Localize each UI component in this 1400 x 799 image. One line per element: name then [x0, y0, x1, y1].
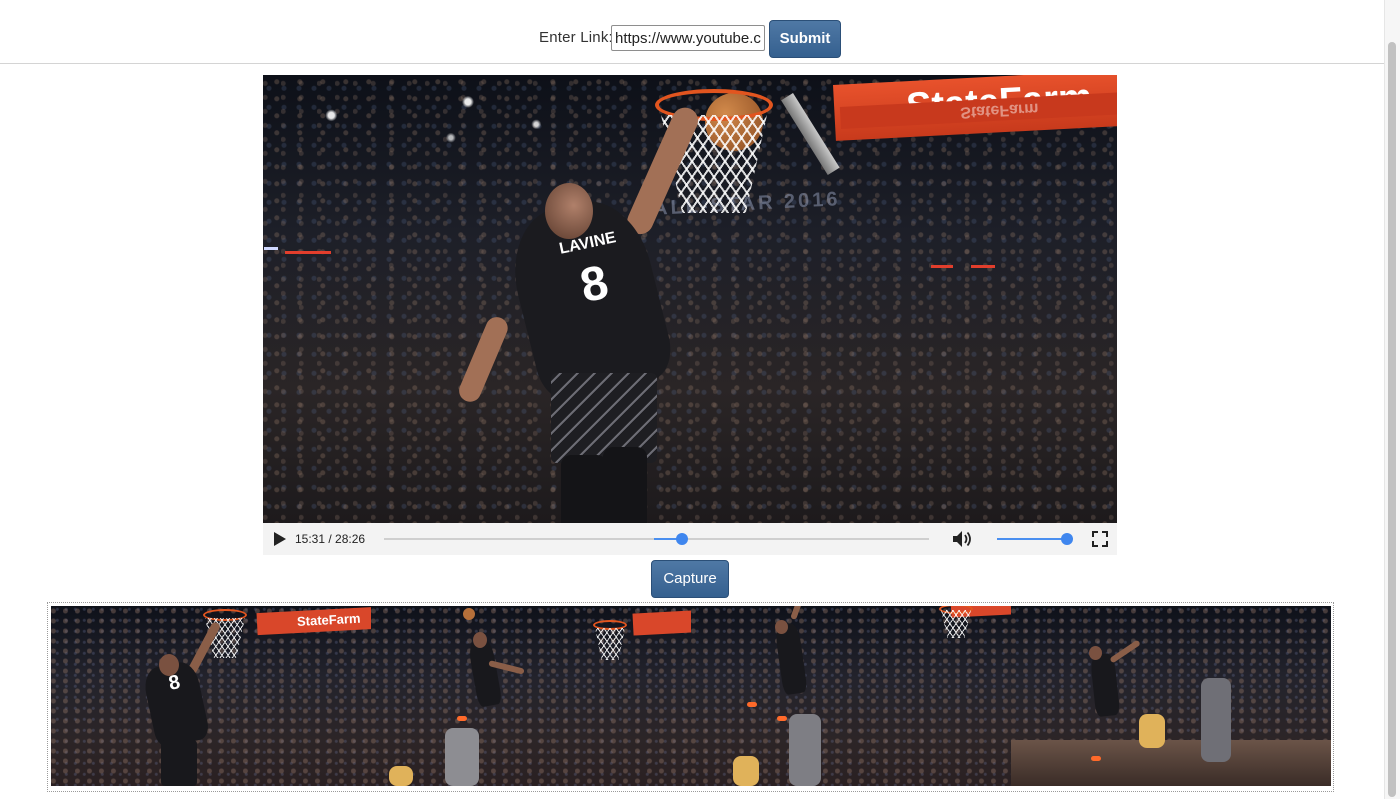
volume-icon[interactable]	[952, 530, 974, 548]
seek-handle[interactable]	[675, 533, 688, 545]
url-bar: Enter Link: Submit	[0, 0, 1384, 64]
duration: 28:26	[335, 532, 366, 546]
frame-player-head	[1089, 646, 1102, 660]
play-icon[interactable]	[274, 532, 286, 546]
frame-bystander	[1201, 678, 1231, 762]
frame-mascot	[733, 756, 759, 786]
arena-light-strip	[264, 247, 278, 250]
current-time: 15:31	[295, 532, 326, 546]
frame-mascot	[389, 766, 413, 786]
frame-mascot	[1139, 714, 1165, 748]
time-display: 15:31 / 28:26	[295, 532, 365, 546]
frame-player-shoe	[457, 716, 467, 721]
arena-light-strip	[971, 265, 995, 268]
link-label: Enter Link:	[539, 29, 613, 46]
frame-court-floor	[1011, 740, 1331, 786]
arena-light-strip	[931, 265, 953, 268]
capture-button[interactable]: Capture	[651, 560, 729, 598]
captured-frame-3[interactable]	[691, 606, 1011, 786]
sponsor-banner-subtext: StateFarm	[959, 99, 1039, 121]
arena-light-strip	[285, 251, 331, 254]
frame-player-head	[473, 632, 487, 648]
volume-fill	[997, 538, 1067, 540]
volume-handle[interactable]	[1061, 533, 1073, 545]
captured-frame-2[interactable]	[371, 606, 691, 786]
link-input[interactable]	[611, 25, 765, 51]
time-separator: /	[325, 532, 336, 546]
frame-player-head	[775, 620, 788, 634]
frame-bystander	[445, 728, 479, 786]
player-leg	[561, 455, 607, 523]
captured-frame-4[interactable]	[1011, 606, 1331, 786]
submit-button[interactable]: Submit	[769, 20, 841, 58]
frame-sponsor-banner	[632, 610, 691, 636]
frame-bystander	[789, 714, 821, 786]
scrollbar-thumb[interactable]	[1388, 42, 1396, 797]
video-controls: 15:31 / 28:26	[263, 523, 1117, 555]
player-head	[545, 183, 593, 239]
frame-player-shoe	[1091, 756, 1101, 761]
frame-player-shoe	[777, 716, 787, 721]
captured-frame-1[interactable]: StateFarm 8	[51, 606, 371, 786]
fullscreen-icon[interactable]	[1092, 531, 1108, 547]
frame-player-legs	[161, 740, 197, 786]
video-scene: ALL-STAR 2016 StateFarm StateFarm LAVINE…	[263, 75, 1117, 523]
frame-basketball	[463, 608, 475, 620]
captured-frames-strip: StateFarm 8	[47, 602, 1334, 792]
player-leg	[603, 447, 647, 523]
frame-player-shoe	[747, 702, 757, 707]
video-frame[interactable]: ALL-STAR 2016 StateFarm StateFarm LAVINE…	[263, 75, 1117, 523]
